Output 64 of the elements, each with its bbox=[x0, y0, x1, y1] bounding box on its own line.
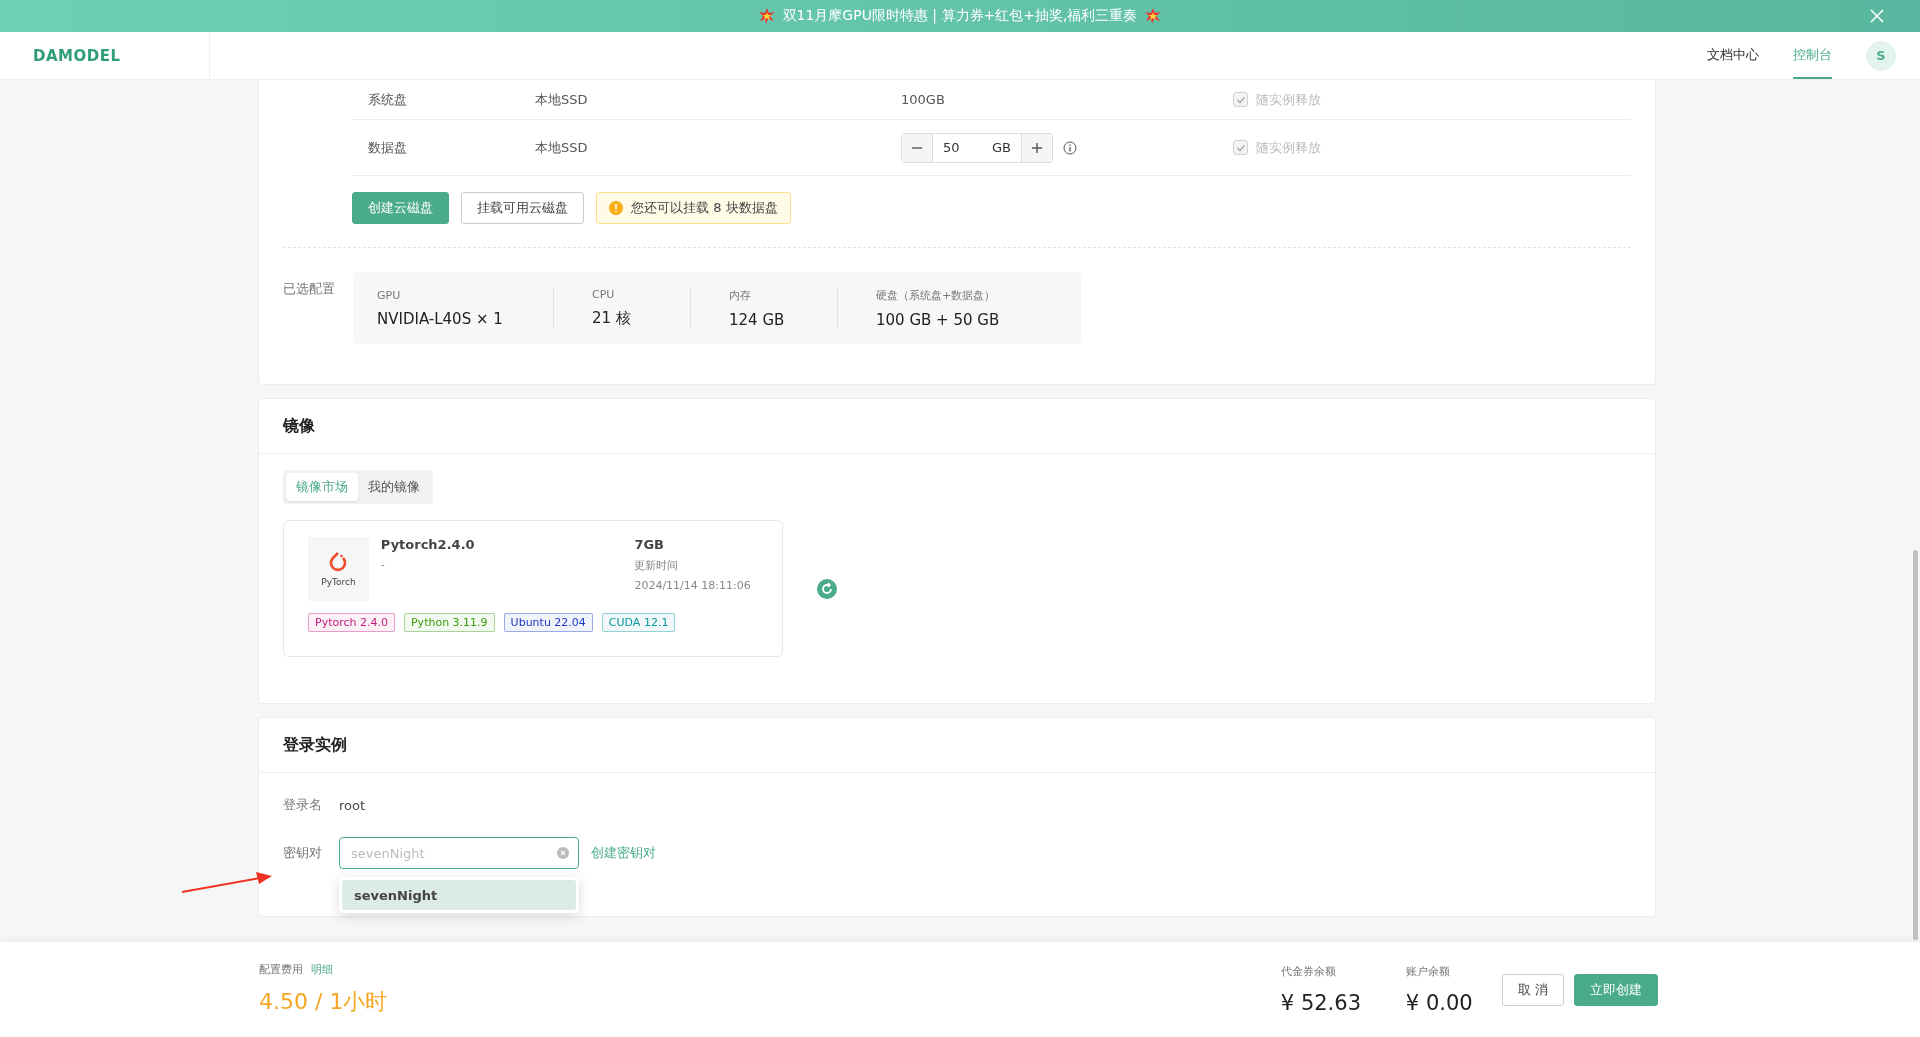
refresh-icon[interactable] bbox=[817, 578, 837, 599]
key-pair-select[interactable]: sevenNight bbox=[339, 837, 579, 869]
fee-label: 配置费用 bbox=[259, 962, 303, 977]
release-label: 随实例释放 bbox=[1256, 138, 1321, 157]
cancel-button[interactable]: 取 消 bbox=[1501, 973, 1564, 1006]
config-label: 已选配置 bbox=[283, 280, 336, 298]
balance-label: 代金券余额 bbox=[1280, 964, 1337, 979]
notice-text: 您还可以挂载 8 块数据盘 bbox=[631, 199, 778, 217]
version-tag: Python 3.11.9 bbox=[404, 613, 495, 632]
summary-label: 内存 bbox=[729, 287, 752, 303]
nav-link[interactable]: 文档中心 bbox=[1707, 32, 1759, 79]
summary-value: NVIDIA-L40S × 1 bbox=[377, 309, 504, 328]
warning-icon bbox=[609, 201, 623, 215]
plus-icon bbox=[1031, 141, 1043, 154]
disk-name: 系统盘 bbox=[368, 90, 408, 109]
scrollbar-thumb[interactable] bbox=[1913, 550, 1918, 940]
check-icon bbox=[1235, 94, 1246, 105]
release-label: 随实例释放 bbox=[1256, 90, 1321, 109]
explosion-icon bbox=[1145, 8, 1162, 24]
disk-type: 本地SSD bbox=[535, 138, 589, 157]
check-icon bbox=[1235, 142, 1246, 153]
minus-button[interactable] bbox=[902, 133, 932, 162]
summary-label: 硬盘（系统盘+数据盘） bbox=[876, 287, 997, 303]
summary-value: 21 核 bbox=[592, 309, 632, 328]
summary-value: 124 GB bbox=[729, 310, 786, 329]
balance-value: ¥ 0.00 bbox=[1405, 991, 1474, 1015]
field-label: 密钥对 bbox=[283, 844, 323, 862]
image-description: - bbox=[380, 558, 386, 571]
size-stepper[interactable]: 50 GB bbox=[901, 132, 1053, 163]
version-tag: Pytorch 2.4.0 bbox=[308, 613, 395, 632]
balance-label: 账户余额 bbox=[1405, 964, 1451, 979]
disk-button[interactable]: 挂载可用云磁盘 bbox=[461, 192, 584, 224]
plus-button[interactable] bbox=[1022, 133, 1052, 162]
login-name: root bbox=[339, 797, 366, 813]
image-name: Pytorch2.4.0 bbox=[380, 537, 476, 552]
updated-time: 2024/11/14 18:11:06 bbox=[634, 579, 752, 592]
close-button[interactable] bbox=[1868, 7, 1886, 25]
image-size: 7GB bbox=[634, 537, 665, 552]
disk-size: 100GB bbox=[901, 92, 946, 107]
disk-type: 本地SSD bbox=[535, 90, 589, 109]
release-checkbox[interactable] bbox=[1233, 140, 1248, 155]
balance-value: ¥ 52.63 bbox=[1280, 991, 1362, 1015]
section-title: 登录实例 bbox=[283, 734, 347, 756]
price: 4.50 / 1小时 bbox=[259, 988, 388, 1016]
size-unit: GB bbox=[992, 140, 1011, 155]
disk-name: 数据盘 bbox=[368, 138, 408, 157]
dropdown-option[interactable]: sevenNight bbox=[342, 880, 576, 910]
updated-label: 更新时间 bbox=[634, 558, 680, 573]
image-tab[interactable]: 我的镜像 bbox=[358, 473, 430, 501]
summary-value: 100 GB + 50 GB bbox=[876, 310, 1001, 329]
version-tag: Ubuntu 22.04 bbox=[503, 613, 593, 632]
explosion-icon bbox=[758, 8, 775, 24]
summary-label: CPU bbox=[592, 288, 616, 301]
release-checkbox[interactable] bbox=[1233, 92, 1248, 107]
image-item[interactable]: PyTorch Pytorch2.4.0 - 7GB 更新时间 2024/11/14 18:11:06 Pytorch 2.4.0 Python 3.11.9 Ubuntu 22.04 CUDA 12.1 bbox=[283, 520, 783, 657]
banner-text: 双11月摩GPU限时特惠 | 算力券+红包+抽奖,福利三重奏 bbox=[782, 7, 1138, 25]
pytorch-logo: PyTorch bbox=[308, 537, 369, 601]
section-title: 镜像 bbox=[283, 415, 315, 437]
version-tag: CUDA 12.1 bbox=[601, 613, 676, 632]
clear-icon[interactable] bbox=[557, 847, 569, 859]
field-label: 登录名 bbox=[283, 796, 323, 814]
summary-label: GPU bbox=[377, 288, 402, 302]
size-value[interactable]: 50 bbox=[943, 140, 960, 155]
info-icon[interactable] bbox=[1063, 140, 1077, 155]
